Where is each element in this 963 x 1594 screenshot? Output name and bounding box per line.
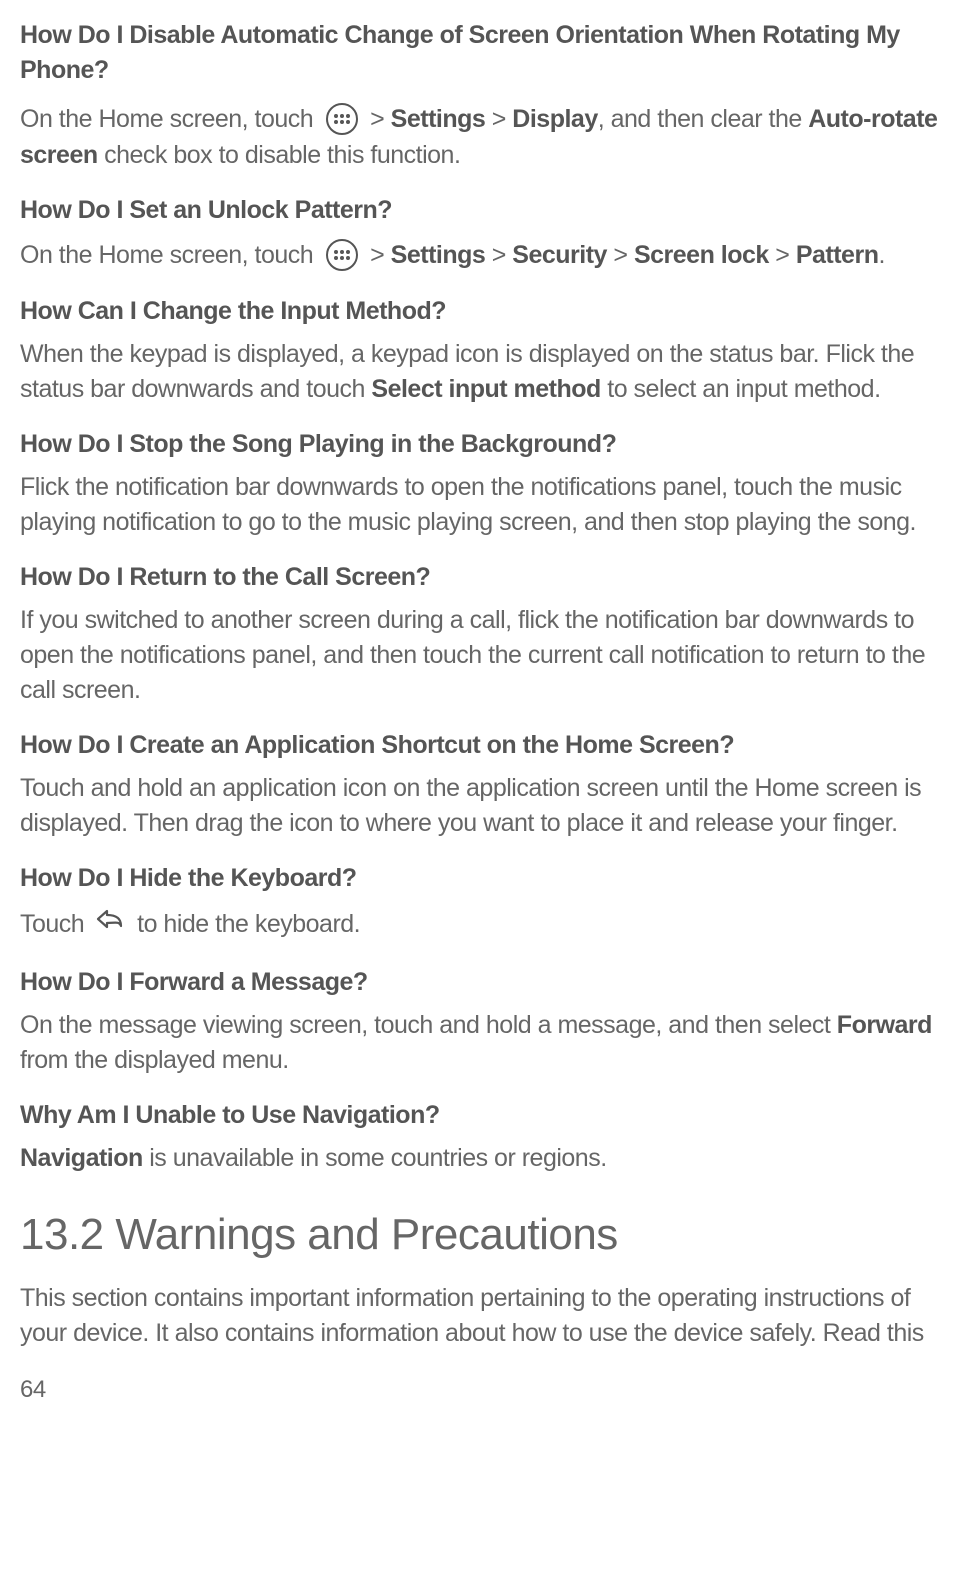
text: from the displayed menu. xyxy=(20,1046,289,1074)
faq-question: How Do I Forward a Message? xyxy=(20,965,945,1000)
sep: > xyxy=(607,241,634,269)
nav-settings: Settings xyxy=(391,241,486,269)
text: On the Home screen, touch xyxy=(20,241,320,269)
nav-pattern: Pattern xyxy=(796,241,879,269)
nav-screen-lock: Screen lock xyxy=(634,241,769,269)
nav-security: Security xyxy=(512,241,607,269)
faq-answer: Flick the notification bar downwards to … xyxy=(20,470,945,540)
faq-answer: On the Home screen, touch > Settings > S… xyxy=(20,238,945,274)
faq-answer: When the keypad is displayed, a keypad i… xyxy=(20,337,945,407)
faq-question: How Do I Create an Application Shortcut … xyxy=(20,728,945,763)
apps-icon xyxy=(326,239,358,271)
page-number: 64 xyxy=(20,1373,945,1407)
faq-question: How Do I Set an Unlock Pattern? xyxy=(20,193,945,228)
nav-display: Display xyxy=(512,105,597,133)
sep: > xyxy=(370,105,391,133)
faq-answer: If you switched to another screen during… xyxy=(20,603,945,708)
faq-question: How Do I Return to the Call Screen? xyxy=(20,560,945,595)
faq-question: How Do I Hide the Keyboard? xyxy=(20,861,945,896)
back-icon xyxy=(95,906,125,942)
text: is unavailable in some countries or regi… xyxy=(143,1144,607,1172)
text: check box to disable this function. xyxy=(98,141,461,169)
sep: > xyxy=(769,241,796,269)
faq-question: How Do I Disable Automatic Change of Scr… xyxy=(20,18,945,88)
faq-answer: Navigation is unavailable in some countr… xyxy=(20,1141,945,1176)
text: to select an input method. xyxy=(601,375,881,403)
text: , and then clear the xyxy=(598,105,808,133)
bold-select-input: Select input method xyxy=(371,375,600,403)
bold-forward: Forward xyxy=(837,1011,932,1039)
text: to hide the keyboard. xyxy=(137,910,360,938)
faq-question: How Can I Change the Input Method? xyxy=(20,294,945,329)
nav-settings: Settings xyxy=(391,105,486,133)
apps-icon xyxy=(326,103,358,135)
section-heading: 13.2 Warnings and Precautions xyxy=(20,1204,945,1266)
bold-navigation: Navigation xyxy=(20,1144,143,1172)
sep: > xyxy=(485,241,512,269)
faq-answer: Touch to hide the keyboard. xyxy=(20,906,945,945)
section-body: This section contains important informat… xyxy=(20,1281,945,1351)
text: On the Home screen, touch xyxy=(20,105,320,133)
sep: > xyxy=(370,241,391,269)
faq-answer: On the message viewing screen, touch and… xyxy=(20,1008,945,1078)
text: . xyxy=(878,241,884,269)
faq-question: How Do I Stop the Song Playing in the Ba… xyxy=(20,427,945,462)
text: On the message viewing screen, touch and… xyxy=(20,1011,837,1039)
faq-question: Why Am I Unable to Use Navigation? xyxy=(20,1098,945,1133)
faq-answer: Touch and hold an application icon on th… xyxy=(20,771,945,841)
sep: > xyxy=(485,105,512,133)
faq-answer: On the Home screen, touch > Settings > D… xyxy=(20,102,945,173)
text: Touch xyxy=(20,910,91,938)
